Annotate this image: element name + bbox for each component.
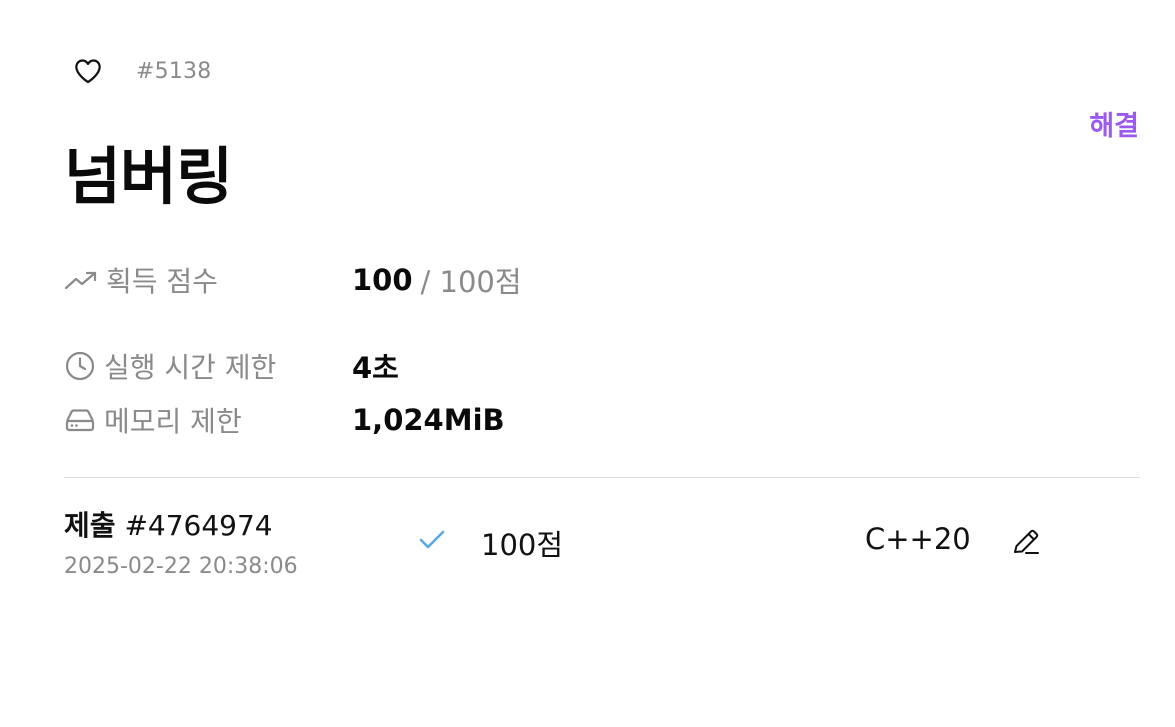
pencil-icon	[1014, 529, 1039, 554]
submission-score: 100점	[481, 528, 564, 562]
score-max: / 100점	[420, 265, 522, 299]
submission-id: #4764974	[124, 509, 273, 542]
page-title: 넘버링	[64, 140, 233, 213]
edit-submission-button[interactable]	[1010, 526, 1042, 558]
problem-id: #5138	[136, 58, 212, 84]
submission-datetime: 2025-02-22 20:38:06	[64, 554, 298, 579]
memory-limit-label: 메모리 제한	[104, 405, 242, 438]
trending-up-icon	[64, 271, 97, 290]
score-label-group: 획득 점수	[64, 260, 352, 300]
memory-label-group: 메모리 제한	[64, 400, 352, 440]
submission-title: 제출 #4764974	[64, 504, 273, 544]
like-button[interactable]	[72, 55, 104, 87]
submission-label: 제출	[64, 509, 116, 542]
memory-limit-value: 1,024MiB	[352, 403, 505, 437]
status-badge: 해결	[1089, 111, 1139, 142]
section-divider	[64, 477, 1140, 478]
clock-icon	[65, 351, 95, 381]
submission-language: C++20	[865, 522, 971, 556]
hard-drive-icon	[65, 409, 95, 432]
memory-limit-row: 메모리 제한 1,024MiB	[64, 398, 505, 442]
submission-row[interactable]: 제출 #4764974 2025-02-22 20:38:06 100점 C++…	[64, 500, 1140, 590]
time-limit-row: 실행 시간 제한 4초	[64, 344, 399, 388]
problem-header-row: #5138	[72, 54, 211, 88]
score-label: 획득 점수	[106, 265, 218, 298]
score-row: 획득 점수 100 / 100점	[64, 258, 522, 302]
time-label-group: 실행 시간 제한	[64, 346, 352, 386]
score-value: 100	[352, 263, 413, 297]
heart-outline-icon	[75, 59, 101, 84]
check-icon	[419, 530, 445, 549]
time-limit-value: 4초	[352, 351, 399, 385]
time-limit-label: 실행 시간 제한	[104, 351, 277, 384]
